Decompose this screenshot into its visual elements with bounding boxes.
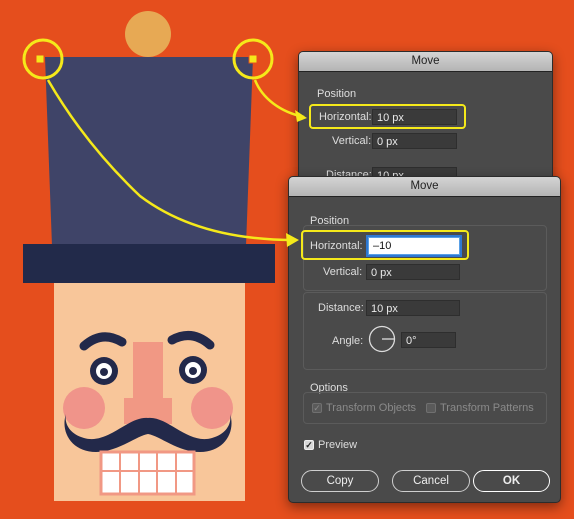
arrowhead-icon: [295, 110, 307, 122]
annotation-arrows: [46, 79, 307, 247]
arrow-to-front-dialog: [46, 79, 295, 242]
arrowhead-icon: [286, 233, 299, 247]
